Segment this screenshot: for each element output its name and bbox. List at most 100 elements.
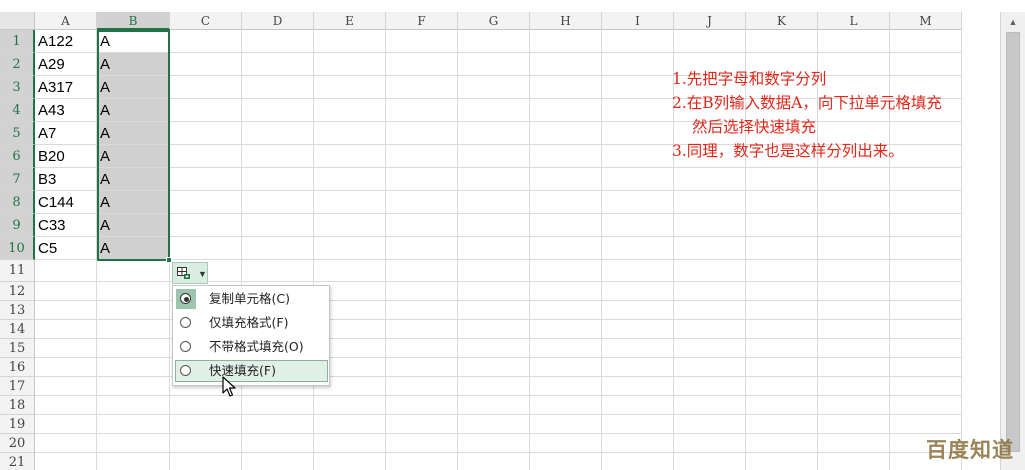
scroll-up-arrow-icon[interactable]: ▲ (1004, 14, 1022, 30)
cell-a3[interactable]: A317 (35, 76, 97, 99)
cell-b15[interactable] (97, 339, 170, 358)
cell-b3[interactable]: A (97, 76, 170, 99)
cell-e7[interactable] (314, 168, 386, 191)
cell-b1[interactable]: A (97, 30, 170, 53)
cell-b7[interactable]: A (97, 168, 170, 191)
cell-h8[interactable] (530, 191, 602, 214)
cell-f8[interactable] (386, 191, 458, 214)
cell-l18[interactable] (818, 396, 890, 415)
column-header-h[interactable]: H (530, 12, 602, 30)
cell-l7[interactable] (818, 168, 890, 191)
cell-m19[interactable] (890, 415, 962, 434)
cell-k12[interactable] (746, 282, 818, 301)
cell-k19[interactable] (746, 415, 818, 434)
cell-g21[interactable] (458, 453, 530, 470)
cell-h15[interactable] (530, 339, 602, 358)
cell-l9[interactable] (818, 214, 890, 237)
cell-h6[interactable] (530, 145, 602, 168)
cell-l14[interactable] (818, 320, 890, 339)
cell-j7[interactable] (674, 168, 746, 191)
cell-d5[interactable] (242, 122, 314, 145)
row-header-5[interactable]: 5 (0, 122, 35, 145)
spreadsheet-grid[interactable]: ABCDEFGHIJKLM 1 2 3 4 5 6 7 8 9 10 11 12 13 14 15 16 17 1… (0, 0, 1000, 470)
cell-a17[interactable] (35, 377, 97, 396)
cell-m15[interactable] (890, 339, 962, 358)
cell-k7[interactable] (746, 168, 818, 191)
cell-a8[interactable]: C144 (35, 191, 97, 214)
column-header-b[interactable]: B (97, 12, 170, 30)
cell-h2[interactable] (530, 53, 602, 76)
cell-j13[interactable] (674, 301, 746, 320)
cell-m14[interactable] (890, 320, 962, 339)
cell-l10[interactable] (818, 237, 890, 260)
cell-g5[interactable] (458, 122, 530, 145)
cell-j16[interactable] (674, 358, 746, 377)
row-header-20[interactable]: 20 (0, 434, 35, 453)
cell-m11[interactable] (890, 260, 962, 282)
cell-c4[interactable] (170, 99, 242, 122)
cell-g12[interactable] (458, 282, 530, 301)
cell-f4[interactable] (386, 99, 458, 122)
cell-f1[interactable] (386, 30, 458, 53)
cell-f5[interactable] (386, 122, 458, 145)
cell-a4[interactable]: A43 (35, 99, 97, 122)
row-header-18[interactable]: 18 (0, 396, 35, 415)
row-header-12[interactable]: 12 (0, 282, 35, 301)
cell-a13[interactable] (35, 301, 97, 320)
cell-e11[interactable] (314, 260, 386, 282)
cell-e6[interactable] (314, 145, 386, 168)
cell-h16[interactable] (530, 358, 602, 377)
cell-d9[interactable] (242, 214, 314, 237)
cell-g16[interactable] (458, 358, 530, 377)
row-header-17[interactable]: 17 (0, 377, 35, 396)
cell-g18[interactable] (458, 396, 530, 415)
cell-k14[interactable] (746, 320, 818, 339)
cell-h4[interactable] (530, 99, 602, 122)
cell-c9[interactable] (170, 214, 242, 237)
row-header-21[interactable]: 21 (0, 453, 35, 470)
cell-f11[interactable] (386, 260, 458, 282)
cell-f15[interactable] (386, 339, 458, 358)
cell-b9[interactable]: A (97, 214, 170, 237)
cell-h3[interactable] (530, 76, 602, 99)
cell-e21[interactable] (314, 453, 386, 470)
cell-k17[interactable] (746, 377, 818, 396)
cell-g3[interactable] (458, 76, 530, 99)
cell-l16[interactable] (818, 358, 890, 377)
cell-e9[interactable] (314, 214, 386, 237)
cell-m18[interactable] (890, 396, 962, 415)
cell-a19[interactable] (35, 415, 97, 434)
cell-f18[interactable] (386, 396, 458, 415)
cell-b5[interactable]: A (97, 122, 170, 145)
cell-f17[interactable] (386, 377, 458, 396)
cell-j8[interactable] (674, 191, 746, 214)
cell-a2[interactable]: A29 (35, 53, 97, 76)
row-header-2[interactable]: 2 (0, 53, 35, 76)
row-header-16[interactable]: 16 (0, 358, 35, 377)
cell-f16[interactable] (386, 358, 458, 377)
cell-h17[interactable] (530, 377, 602, 396)
cell-i3[interactable] (602, 76, 674, 99)
row-header-8[interactable]: 8 (0, 191, 35, 214)
cell-i13[interactable] (602, 301, 674, 320)
cell-e5[interactable] (314, 122, 386, 145)
cell-e3[interactable] (314, 76, 386, 99)
cell-a18[interactable] (35, 396, 97, 415)
cell-h5[interactable] (530, 122, 602, 145)
cell-h1[interactable] (530, 30, 602, 53)
cell-i21[interactable] (602, 453, 674, 470)
menu-item-fill-without-formatting[interactable]: 不带格式填充(O) (175, 336, 328, 358)
cell-g1[interactable] (458, 30, 530, 53)
cell-l8[interactable] (818, 191, 890, 214)
row-header-7[interactable]: 7 (0, 168, 35, 191)
cell-a12[interactable] (35, 282, 97, 301)
row-header-3[interactable]: 3 (0, 76, 35, 99)
cell-i16[interactable] (602, 358, 674, 377)
cell-e18[interactable] (314, 396, 386, 415)
cell-a11[interactable] (35, 260, 97, 282)
cell-j1[interactable] (674, 30, 746, 53)
cell-i18[interactable] (602, 396, 674, 415)
cell-f6[interactable] (386, 145, 458, 168)
cell-e19[interactable] (314, 415, 386, 434)
cell-a5[interactable]: A7 (35, 122, 97, 145)
